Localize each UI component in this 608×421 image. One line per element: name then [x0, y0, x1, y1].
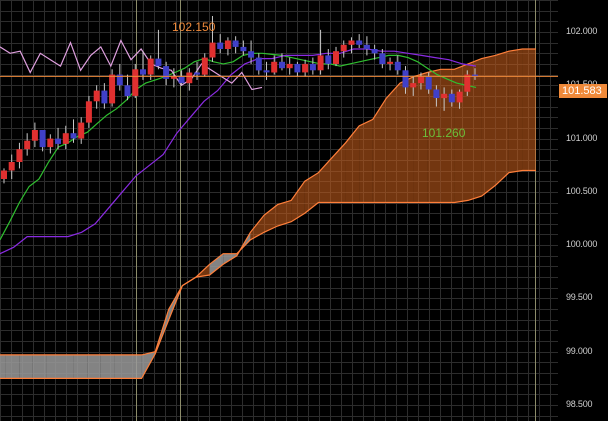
high-annotation: 102.150 [172, 20, 216, 34]
y-tick-label: 99.000 [566, 345, 593, 356]
candle-body [302, 63, 309, 73]
candle-body [325, 55, 332, 64]
cloud-segment [87, 354, 101, 379]
candle-body [348, 40, 355, 45]
candle-body [286, 63, 293, 69]
candle-body [271, 61, 278, 73]
y-tick-label: 100.500 [566, 185, 598, 196]
candle-body [402, 70, 409, 88]
candle-body [394, 61, 401, 71]
candle-body [101, 90, 108, 104]
candle-body [309, 63, 316, 71]
candle-body [387, 61, 394, 64]
candle-body [232, 40, 239, 47]
cloud-segment [32, 354, 47, 379]
candle-body [456, 91, 463, 103]
price-axis-panel [558, 0, 608, 421]
candle-body [263, 70, 270, 73]
candle-body [279, 61, 285, 69]
candle-body [16, 149, 23, 162]
candle-body [255, 57, 262, 71]
candle-body [371, 49, 378, 54]
candle-body [410, 83, 417, 88]
candle-body [340, 44, 347, 52]
ichimoku-chart [0, 0, 559, 421]
cloud-segment [60, 354, 74, 379]
candle-body [448, 93, 455, 103]
candle-body [294, 63, 301, 73]
candle-body [155, 58, 162, 67]
cloud-segment [400, 76, 414, 203]
candle-body [85, 101, 92, 123]
candle-body [209, 42, 216, 58]
candle-body [425, 76, 432, 90]
candle-body [70, 133, 77, 139]
candle-body [55, 138, 61, 144]
cloud-segment [5, 354, 20, 379]
candle-body [140, 69, 146, 75]
candle-body [363, 44, 370, 50]
candle-body [224, 40, 231, 49]
cloud-segment [345, 125, 360, 203]
cloud-segment [114, 354, 128, 379]
cloud-segment [495, 51, 509, 186]
candle-body [217, 42, 224, 49]
candle-body [418, 76, 424, 84]
candle-body [1, 170, 7, 179]
candle-body [317, 55, 324, 71]
candle-body [47, 138, 54, 148]
cloud-segment [332, 142, 346, 203]
current-price-label: 101.583 [559, 84, 607, 98]
candle-body [194, 72, 200, 75]
candle-body [356, 40, 363, 45]
candle-body [124, 85, 131, 96]
cloud-segment [522, 49, 536, 171]
candle-body [62, 133, 69, 144]
candle-body [201, 57, 208, 75]
candle-body [433, 89, 440, 98]
candle-body [109, 74, 116, 104]
candle-body [163, 66, 170, 79]
y-tick-label: 102.000 [566, 25, 598, 36]
cloud-segment [0, 354, 6, 379]
candle-body [39, 130, 46, 148]
candle-body [333, 51, 339, 64]
candle-body [93, 90, 100, 102]
cloud-segment [100, 354, 115, 379]
cloud-segment [386, 83, 400, 203]
cloud-segment [359, 119, 373, 203]
candle-body [464, 74, 471, 92]
low-annotation: 101.260 [422, 126, 466, 140]
candle-body [441, 93, 448, 99]
candle-body [78, 122, 85, 139]
cloud-segment [128, 354, 142, 379]
candle-body [170, 76, 177, 79]
y-tick-label: 100.000 [566, 239, 598, 250]
cloud-segment [73, 354, 88, 379]
cloud-segment [19, 354, 33, 379]
candle-body [31, 130, 38, 141]
y-tick-label: 99.500 [566, 292, 593, 303]
candle-body [24, 140, 31, 150]
candle-body [132, 69, 139, 96]
candle-body [8, 162, 15, 171]
y-tick-label: 98.500 [566, 399, 593, 409]
candle-body [240, 46, 247, 52]
cloud-segment [46, 354, 60, 379]
candle-body [147, 58, 154, 75]
candle-body [178, 76, 185, 84]
candle-body [248, 51, 255, 58]
candle-body [379, 53, 386, 64]
y-tick-label: 101.000 [566, 132, 598, 143]
candle-body [186, 72, 193, 84]
cloud-segment [508, 49, 523, 173]
